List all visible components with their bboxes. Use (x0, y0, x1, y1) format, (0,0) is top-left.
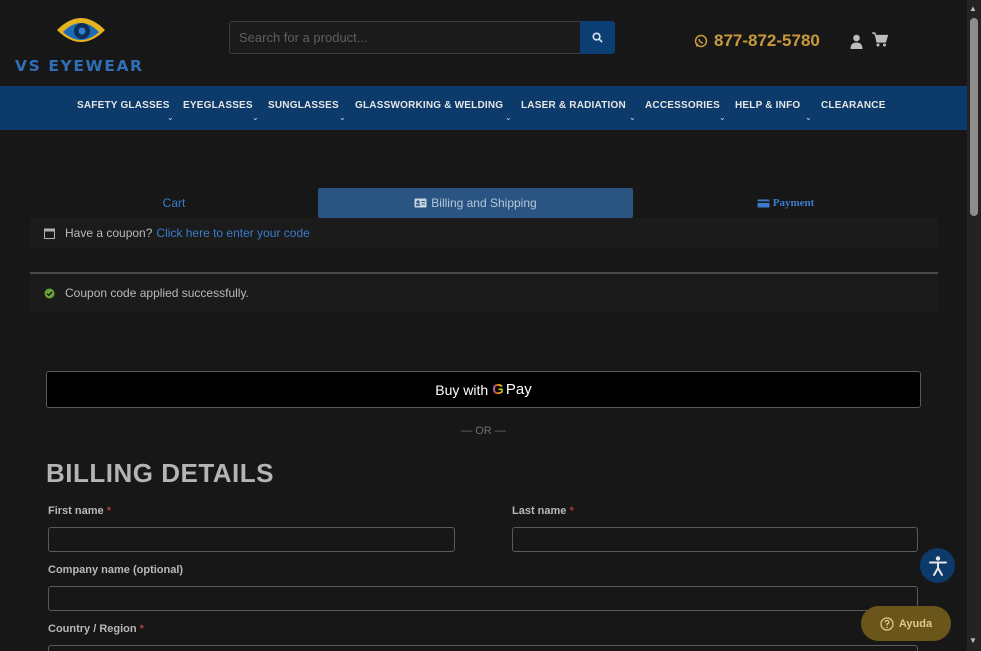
eye-logo-icon (57, 18, 105, 42)
last-name-label: Last name * (512, 505, 574, 517)
credit-card-icon (757, 199, 770, 207)
cart-icon[interactable] (872, 32, 888, 47)
coupon-success-notice: Coupon code applied successfully. (30, 274, 938, 312)
gpay-prefix: Buy with (435, 381, 489, 398)
coupon-prompt: Have a coupon? (65, 226, 153, 240)
chevron-down-icon[interactable]: ⌄ (805, 113, 812, 122)
success-message: Coupon code applied successfully. (65, 286, 249, 300)
google-g-icon: G (492, 381, 504, 398)
accessibility-button[interactable] (920, 548, 955, 583)
country-region-select[interactable] (48, 645, 918, 651)
last-name-label-text: Last name (512, 505, 567, 517)
chevron-down-icon[interactable]: ⌄ (252, 113, 259, 122)
company-name-label: Company name (optional) (48, 564, 184, 576)
scroll-down-arrow-icon[interactable]: ▼ (969, 636, 977, 645)
accessibility-icon (928, 555, 947, 576)
question-circle-icon (880, 616, 894, 631)
search-input[interactable] (229, 21, 581, 54)
chevron-down-icon[interactable]: ⌄ (339, 113, 346, 122)
nav-item-safety-glasses[interactable]: SAFETY GLASSES (77, 100, 170, 111)
help-label: Ayuda (898, 617, 933, 630)
required-mark: * (569, 505, 574, 517)
first-name-label: First name * (48, 505, 111, 517)
chevron-down-icon[interactable]: ⌄ (505, 113, 512, 122)
main-nav: SAFETY GLASSES EYEGLASSES SUNGLASSES GLA… (0, 86, 967, 130)
country-region-label: Country / Region * (48, 623, 144, 635)
nav-item-glassworking-welding[interactable]: GLASSWORKING & WELDING (355, 100, 503, 111)
logo-wordmark: VS EYEWEAR (15, 57, 144, 75)
nav-item-help-info[interactable]: HELP & INFO (735, 100, 800, 111)
last-name-field[interactable] (512, 527, 918, 552)
step-payment-label: Payment (772, 197, 815, 209)
company-name-field[interactable] (48, 586, 918, 611)
chevron-down-icon[interactable]: ⌄ (167, 113, 174, 122)
step-cart-label: Cart (162, 196, 186, 210)
nav-item-laser-radiation[interactable]: LASER & RADIATION (521, 100, 626, 111)
step-billing-label: Billing and Shipping (431, 196, 537, 210)
google-pay-button[interactable]: Buy with G Pay (46, 371, 921, 408)
required-mark: * (106, 505, 111, 517)
nav-item-accessories[interactable]: ACCESSORIES (645, 100, 720, 111)
scroll-up-arrow-icon[interactable]: ▲ (969, 4, 977, 13)
nav-item-sunglasses[interactable]: SUNGLASSES (268, 100, 339, 111)
country-region-label-text: Country / Region (48, 623, 137, 635)
site-logo[interactable]: VS EYEWEAR (15, 8, 150, 78)
check-circle-icon (44, 288, 55, 298)
user-account-icon[interactable] (850, 34, 863, 49)
site-header: VS EYEWEAR 877-872-5780 (0, 0, 967, 86)
search-icon (592, 32, 603, 43)
checkout-page: VS EYEWEAR 877-872-5780 (0, 0, 981, 651)
nav-item-eyeglasses[interactable]: EYEGLASSES (183, 100, 253, 111)
phone-number: 877-872-5780 (714, 31, 820, 50)
or-separator: — OR — (461, 425, 506, 437)
required-mark: * (139, 623, 144, 635)
chevron-down-icon[interactable]: ⌄ (629, 113, 636, 122)
step-cart[interactable]: Cart (30, 188, 318, 218)
first-name-label-text: First name (48, 505, 104, 517)
step-billing-shipping[interactable]: Billing and Shipping (318, 188, 633, 218)
coupon-link[interactable]: Click here to enter your code (156, 226, 309, 240)
id-card-icon (414, 198, 427, 208)
help-button[interactable]: Ayuda (861, 606, 951, 641)
first-name-field[interactable] (48, 527, 455, 552)
search-button[interactable] (580, 21, 615, 54)
step-payment[interactable]: Payment (633, 188, 938, 218)
calendar-icon (44, 228, 55, 239)
scrollbar-thumb[interactable] (970, 18, 978, 216)
billing-details-title: BILLING DETAILS (46, 458, 275, 488)
gpay-pay-text: Pay (505, 381, 532, 398)
chevron-down-icon[interactable]: ⌄ (719, 113, 726, 122)
phone-link[interactable]: 877-872-5780 (694, 31, 820, 51)
nav-item-clearance[interactable]: CLEARANCE (821, 100, 886, 111)
whatsapp-icon (694, 34, 708, 48)
coupon-notice: Have a coupon? Click here to enter your … (30, 218, 938, 248)
